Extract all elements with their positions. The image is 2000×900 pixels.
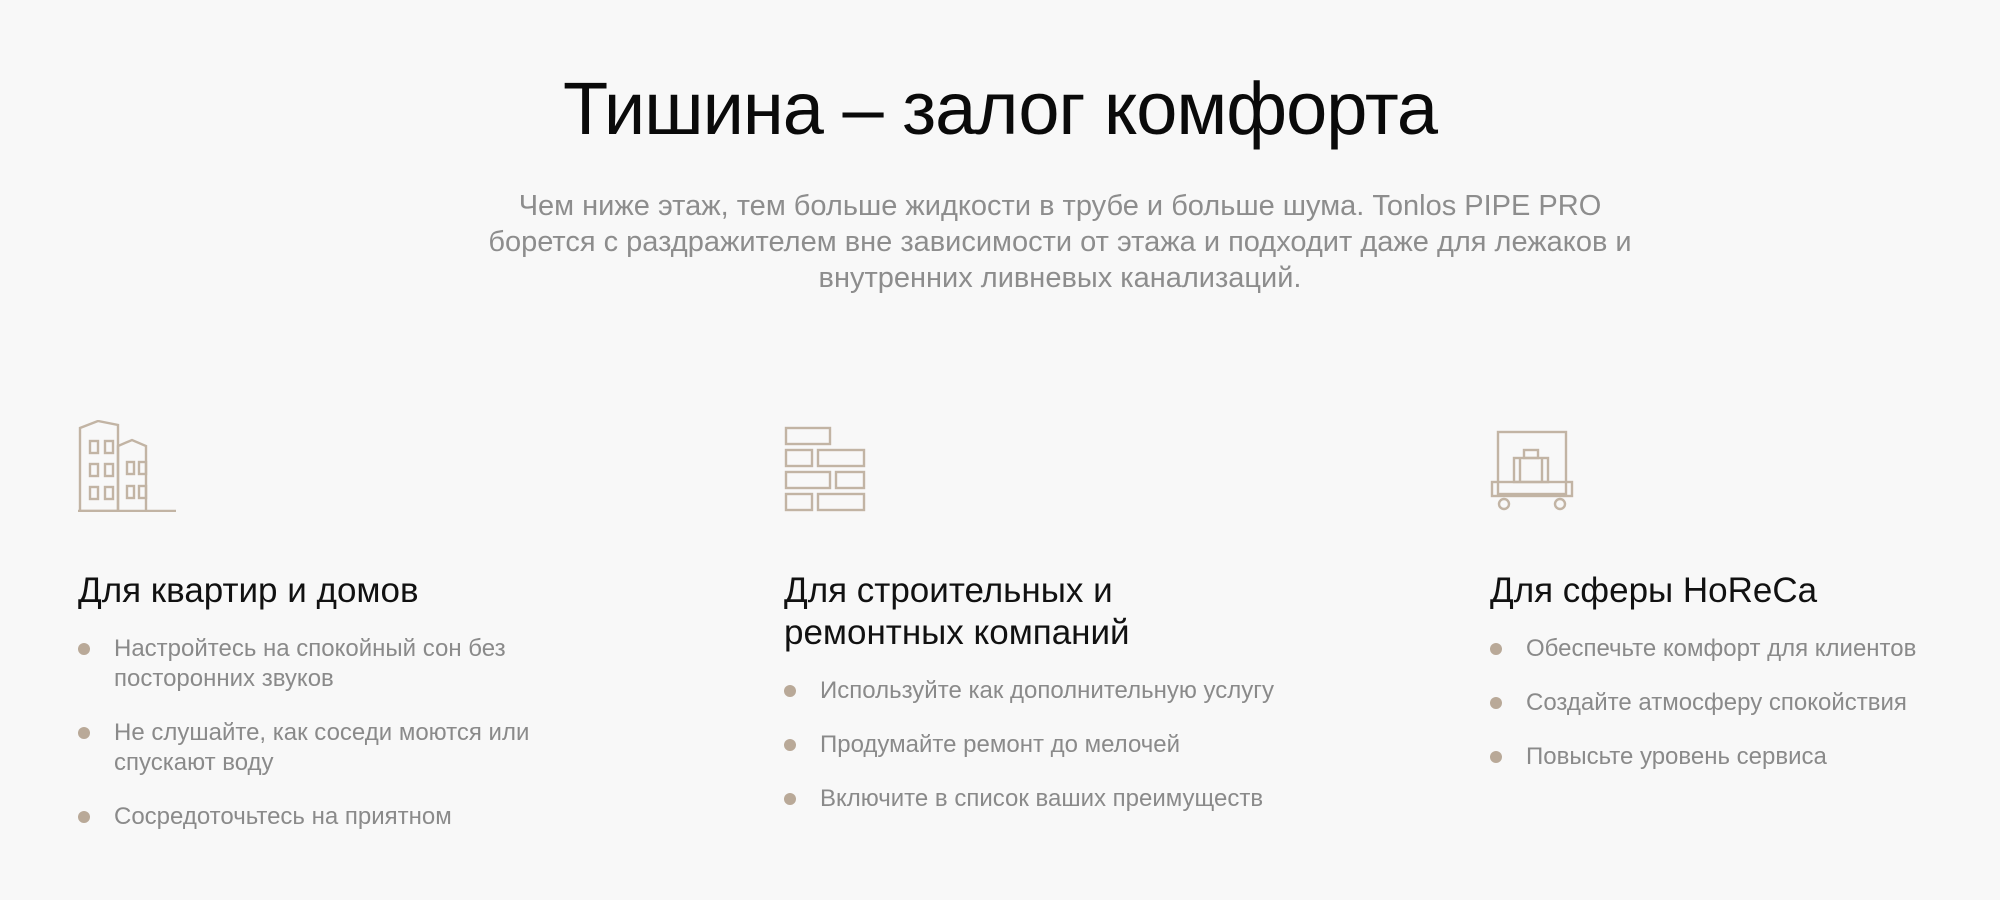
- list-item-text: Создайте атмосферу спокойствия: [1526, 689, 1907, 716]
- bullet-dot: [784, 739, 796, 751]
- page-subtitle: Чем ниже этаж, тем больше жидкости в тру…: [488, 190, 1632, 294]
- list-item: Сосредоточьтесь на приятном: [78, 802, 594, 832]
- bullet-dot: [1490, 751, 1502, 763]
- page-title: Тишина – залог комфорта: [562, 67, 1438, 150]
- list-item-text: Настройтесь на спокойный сон без посторо…: [114, 635, 506, 692]
- bullet-dot: [1490, 697, 1502, 709]
- list-item-text: Обеспечьте комфорт для клиентов: [1526, 635, 1917, 662]
- feature-heading: Для квартир и домов: [78, 571, 419, 610]
- list-item: Создайте атмосферу спокойствия: [1490, 688, 1990, 718]
- bullet-dot: [784, 793, 796, 805]
- buildings-icon: [78, 420, 638, 512]
- bullet-dot: [784, 685, 796, 697]
- bullet-dot: [78, 811, 90, 823]
- bullet-dot: [1490, 643, 1502, 655]
- feature-column-horeca: Для сферы HoReCa Обеспечьте комфорт для …: [1490, 420, 1990, 796]
- feature-column-construction: Для строительных и ремонтных компаний Ис…: [784, 420, 1404, 838]
- bullet-dot: [78, 727, 90, 739]
- list-item-text: Повысьте уровень сервиса: [1526, 743, 1827, 770]
- feature-heading: Для строительных и ремонтных компаний: [784, 571, 1130, 652]
- list-item-text: Не слушайте, как соседи моются или спуск…: [114, 719, 530, 776]
- list-item: Настройтесь на спокойный сон без посторо…: [78, 634, 594, 694]
- feature-list: Используйте как дополнительную услугу Пр…: [784, 676, 1404, 814]
- list-item: Не слушайте, как соседи моются или спуск…: [78, 718, 594, 778]
- feature-column-apartments: Для квартир и домов Настройтесь на споко…: [78, 420, 638, 856]
- feature-list: Настройтесь на спокойный сон без посторо…: [78, 634, 638, 832]
- list-item: Обеспечьте комфорт для клиентов: [1490, 634, 1990, 664]
- list-item: Повысьте уровень сервиса: [1490, 742, 1990, 772]
- feature-list: Обеспечьте комфорт для клиентов Создайте…: [1490, 634, 1990, 772]
- list-item-text: Включите в список ваших преимуществ: [820, 785, 1264, 812]
- list-item: Используйте как дополнительную услугу: [784, 676, 1404, 706]
- bullet-dot: [78, 643, 90, 655]
- list-item-text: Сосредоточьтесь на приятном: [114, 803, 452, 830]
- list-item: Продумайте ремонт до мелочей: [784, 730, 1404, 760]
- list-item: Включите в список ваших преимуществ: [784, 784, 1404, 814]
- luggage-cart-icon: [1490, 420, 1990, 512]
- list-item-text: Используйте как дополнительную услугу: [820, 677, 1275, 704]
- brick-wall-icon: [784, 420, 1404, 512]
- list-item-text: Продумайте ремонт до мелочей: [820, 731, 1181, 758]
- feature-heading: Для сферы HoReCa: [1490, 571, 1818, 610]
